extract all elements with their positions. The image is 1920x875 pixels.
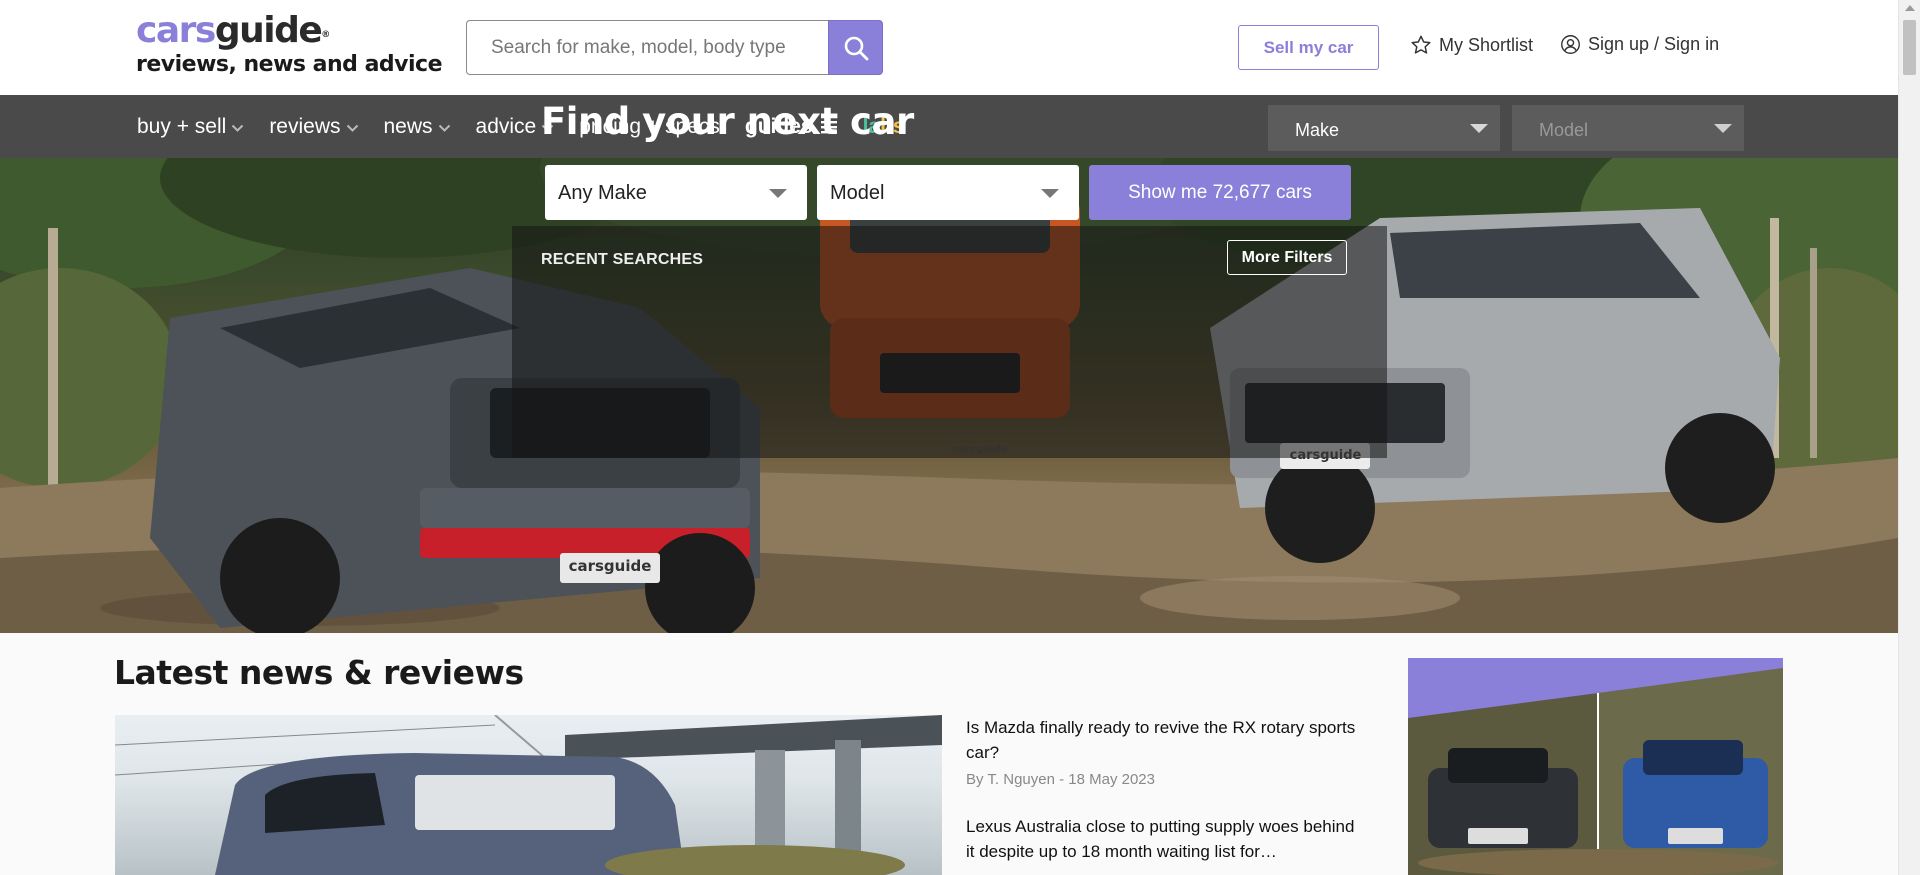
show-cars-button[interactable]: Show me 72,677 cars: [1089, 165, 1351, 220]
article-item[interactable]: Is Mazda finally ready to revive the RX …: [966, 715, 1366, 788]
sell-my-car-button[interactable]: Sell my car: [1238, 25, 1379, 70]
hero-model-value: Model: [830, 182, 885, 204]
logo-part-guide: guide: [214, 10, 323, 51]
section-title: Latest news & reviews: [114, 653, 524, 692]
hero-plate-2: carsguide: [952, 444, 1008, 455]
sign-in-link[interactable]: Sign up / Sign in: [1560, 34, 1719, 55]
chevron-down-icon: [1041, 189, 1059, 198]
my-shortlist-label: My Shortlist: [1439, 34, 1534, 55]
chevron-down-icon: [1470, 124, 1488, 133]
featured-article-image[interactable]: [115, 715, 942, 875]
article-list: Is Mazda finally ready to revive the RX …: [966, 715, 1366, 875]
nav-item-label: reviews: [269, 114, 341, 138]
chevron-down-icon: [232, 124, 244, 132]
nav-model-value: Model: [1539, 120, 1589, 140]
logo-part-cars: cars: [136, 10, 216, 51]
nav-item-label: advice: [475, 114, 537, 138]
site-search: [466, 20, 883, 75]
sign-in-label: Sign up / Sign in: [1588, 34, 1720, 54]
logo-tagline: reviews, news and advice: [136, 52, 443, 77]
search-input[interactable]: [466, 20, 828, 75]
search-button[interactable]: [828, 20, 883, 75]
nav-model-select[interactable]: Model: [1512, 105, 1744, 151]
nav-item-label: buy + sell: [137, 114, 227, 138]
article-title[interactable]: Is Mazda finally ready to revive the RX …: [966, 715, 1366, 765]
site-header: carsguide® reviews, news and advice Sell…: [0, 0, 1898, 95]
site-logo[interactable]: carsguide® reviews, news and advice: [136, 12, 443, 78]
nav-item-label: news: [383, 114, 433, 138]
nav-make-value: Make: [1295, 120, 1340, 140]
hero-title: Find your next car: [541, 100, 914, 143]
chevron-down-icon: [438, 124, 450, 132]
my-shortlist-link[interactable]: My Shortlist: [1410, 34, 1533, 56]
scroll-up-arrow-icon[interactable]: [1905, 5, 1915, 11]
chevron-down-icon: [1714, 124, 1732, 133]
recent-searches-label[interactable]: RECENT SEARCHES: [541, 251, 703, 269]
featured-image-illustration: [115, 715, 942, 875]
ad-image: [1408, 658, 1783, 875]
hero-plate-3: carsguide: [1289, 448, 1362, 463]
nav-item-reviews[interactable]: reviews: [269, 115, 358, 139]
search-icon: [844, 36, 868, 60]
user-icon: [1561, 35, 1580, 54]
nav-make-select[interactable]: Make: [1268, 105, 1500, 151]
advertisement-banner[interactable]: [1408, 658, 1783, 875]
hero-model-select[interactable]: Model: [817, 165, 1079, 220]
article-title[interactable]: Lexus Australia close to putting supply …: [966, 814, 1366, 864]
hero-plate-1: carsguide: [568, 557, 652, 575]
more-filters-button[interactable]: More Filters: [1227, 240, 1347, 275]
hero-banner: carsguide carsguide carsguide: [0, 158, 1898, 633]
scrollbar-thumb[interactable]: [1903, 20, 1916, 75]
main-content: Latest news & reviews Is Mazda finally r…: [0, 633, 1898, 875]
nav-item-buy-sell[interactable]: buy + sell: [137, 115, 244, 139]
star-icon: [1411, 35, 1431, 54]
hero-make-value: Any Make: [558, 182, 647, 204]
page-scrollbar[interactable]: [1898, 0, 1920, 875]
chevron-down-icon: [769, 189, 787, 198]
chevron-down-icon: [346, 124, 358, 132]
article-item[interactable]: Lexus Australia close to putting supply …: [966, 814, 1366, 864]
article-byline: By T. Nguyen - 18 May 2023: [966, 771, 1155, 788]
logo-registered-mark: ®: [321, 30, 330, 40]
logo-wordmark: carsguide®: [136, 12, 442, 50]
hero-make-select[interactable]: Any Make: [545, 165, 807, 220]
nav-item-news[interactable]: news: [384, 115, 451, 139]
